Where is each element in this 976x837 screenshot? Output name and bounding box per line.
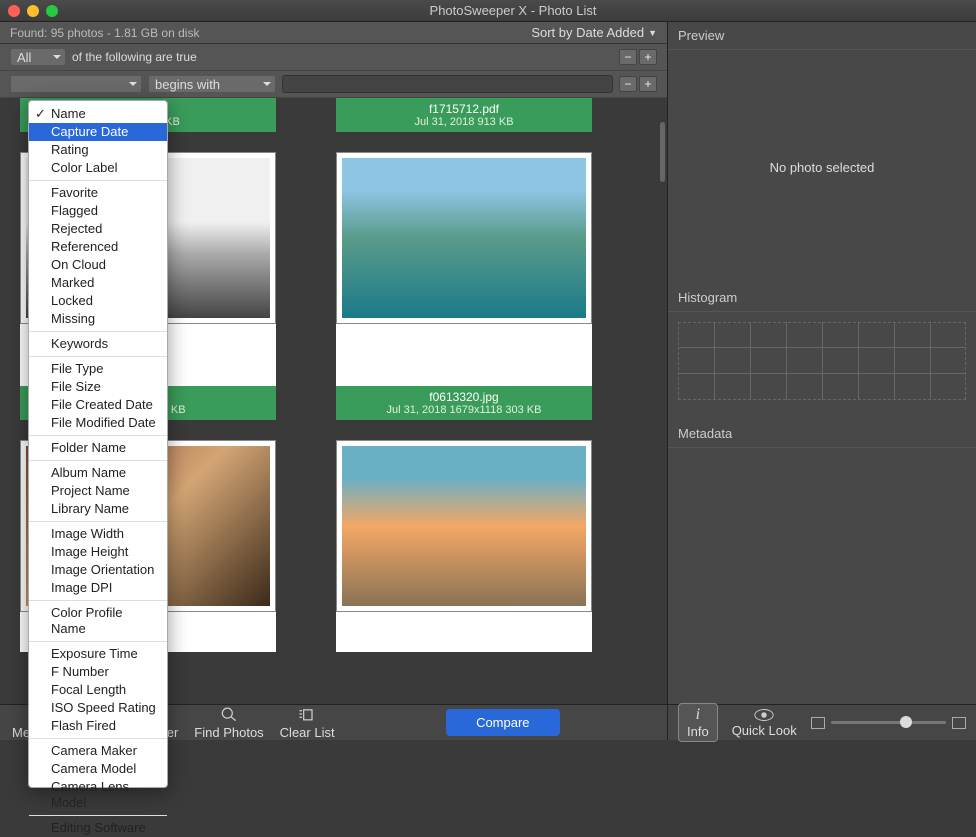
found-count: Found: 95 photos - 1.81 GB on disk (10, 26, 199, 40)
filter-condition-label: of the following are true (72, 50, 197, 64)
photo-thumbnail (336, 440, 592, 612)
filter-bar: All of the following are true − + (0, 44, 667, 71)
clear-list-button[interactable]: Clear List (280, 705, 335, 740)
scrollbar[interactable] (660, 122, 665, 182)
right-toolbar: iInfo Quick Look (668, 704, 976, 740)
photo-meta: Jul 31, 2018 913 KB (336, 116, 592, 128)
remove-rule-button[interactable]: − (619, 49, 637, 65)
metadata-area (668, 448, 976, 704)
traffic-lights (8, 5, 58, 17)
quicklook-button[interactable]: Quick Look (732, 707, 797, 738)
chevron-down-icon: ▼ (648, 28, 657, 38)
dropdown-item[interactable]: File Created Date (29, 396, 167, 414)
preview-title: Preview (668, 22, 976, 50)
zoom-in-icon (952, 717, 966, 729)
dropdown-item[interactable]: Library Name (29, 500, 167, 518)
dropdown-item[interactable]: Project Name (29, 482, 167, 500)
dropdown-item[interactable]: Image Height (29, 543, 167, 561)
photo-thumbnail (336, 152, 592, 324)
dropdown-item[interactable]: Image DPI (29, 579, 167, 597)
dropdown-item[interactable]: Color Label (29, 159, 167, 177)
dropdown-item[interactable]: Camera Model (29, 760, 167, 778)
dropdown-item[interactable]: Capture Date (29, 123, 167, 141)
titlebar: PhotoSweeper X - Photo List (0, 0, 976, 22)
zoom-out-icon (811, 717, 825, 729)
compare-button[interactable]: Compare (446, 709, 559, 736)
rule-value-input[interactable] (282, 75, 613, 93)
dropdown-item[interactable]: Locked (29, 292, 167, 310)
dropdown-item[interactable]: ISO Speed Rating (29, 699, 167, 717)
rule-operator-select[interactable]: begins with (148, 75, 276, 93)
dropdown-item[interactable]: File Type (29, 360, 167, 378)
photo-card[interactable]: f1715712.pdfJul 31, 2018 913 KB (336, 98, 592, 132)
photo-card[interactable]: f0613320.jpgJul 31, 2018 1679x1118 303 K… (336, 152, 592, 420)
add-subrule-button[interactable]: + (639, 76, 657, 92)
zoom-slider[interactable] (811, 717, 966, 729)
dropdown-item[interactable]: Marked (29, 274, 167, 292)
histogram-title: Histogram (668, 284, 976, 312)
close-button[interactable] (8, 5, 20, 17)
photo-meta: Jul 31, 2018 1679x1118 303 KB (336, 404, 592, 416)
add-rule-button[interactable]: + (639, 49, 657, 65)
minimize-button[interactable] (27, 5, 39, 17)
dropdown-item[interactable]: Exposure Time (29, 645, 167, 663)
dropdown-item[interactable]: Flagged (29, 202, 167, 220)
dropdown-item[interactable]: Image Orientation (29, 561, 167, 579)
photo-filename: f1715712.pdf (336, 102, 592, 116)
photo-filename: f0613320.jpg (336, 390, 592, 404)
dropdown-item[interactable]: Keywords (29, 335, 167, 353)
metadata-title: Metadata (668, 420, 976, 448)
preview-area: No photo selected (668, 50, 976, 284)
dropdown-item[interactable]: Favorite (29, 184, 167, 202)
photo-card[interactable] (336, 440, 592, 652)
dropdown-item[interactable]: File Modified Date (29, 414, 167, 432)
sort-dropdown[interactable]: Sort by Date Added ▼ (531, 25, 657, 40)
info-button[interactable]: iInfo (678, 703, 718, 742)
field-dropdown-menu: NameCapture DateRatingColor Label Favorit… (28, 100, 168, 788)
dropdown-item[interactable]: On Cloud (29, 256, 167, 274)
dropdown-item[interactable]: Referenced (29, 238, 167, 256)
dropdown-item[interactable]: Editing Software (29, 819, 167, 837)
dropdown-item[interactable]: Name (29, 105, 167, 123)
filter-rule-row: begins with − + (0, 71, 667, 98)
dropdown-item[interactable]: Color Profile Name (29, 604, 167, 638)
sort-label: Sort by Date Added (531, 25, 644, 40)
status-bar: Found: 95 photos - 1.81 GB on disk Sort … (0, 22, 667, 44)
dropdown-item[interactable]: Camera Maker (29, 742, 167, 760)
dropdown-item[interactable]: Focal Length (29, 681, 167, 699)
filter-quantifier-select[interactable]: All (10, 48, 66, 66)
window-title: PhotoSweeper X - Photo List (58, 3, 968, 18)
dropdown-item[interactable]: Album Name (29, 464, 167, 482)
dropdown-item[interactable]: Folder Name (29, 439, 167, 457)
dropdown-item[interactable]: File Size (29, 378, 167, 396)
dropdown-item[interactable]: Rejected (29, 220, 167, 238)
dropdown-item[interactable]: Flash Fired (29, 717, 167, 735)
dropdown-item[interactable]: Rating (29, 141, 167, 159)
no-photo-label: No photo selected (770, 160, 875, 175)
rule-field-select[interactable] (10, 75, 142, 93)
remove-subrule-button[interactable]: − (619, 76, 637, 92)
find-photos-button[interactable]: Find Photos (194, 705, 263, 740)
dropdown-item[interactable]: F Number (29, 663, 167, 681)
dropdown-item[interactable]: Camera Lens Model (29, 778, 167, 812)
histogram-area (668, 312, 976, 420)
dropdown-item[interactable]: Image Width (29, 525, 167, 543)
dropdown-item[interactable]: Missing (29, 310, 167, 328)
fullscreen-button[interactable] (46, 5, 58, 17)
